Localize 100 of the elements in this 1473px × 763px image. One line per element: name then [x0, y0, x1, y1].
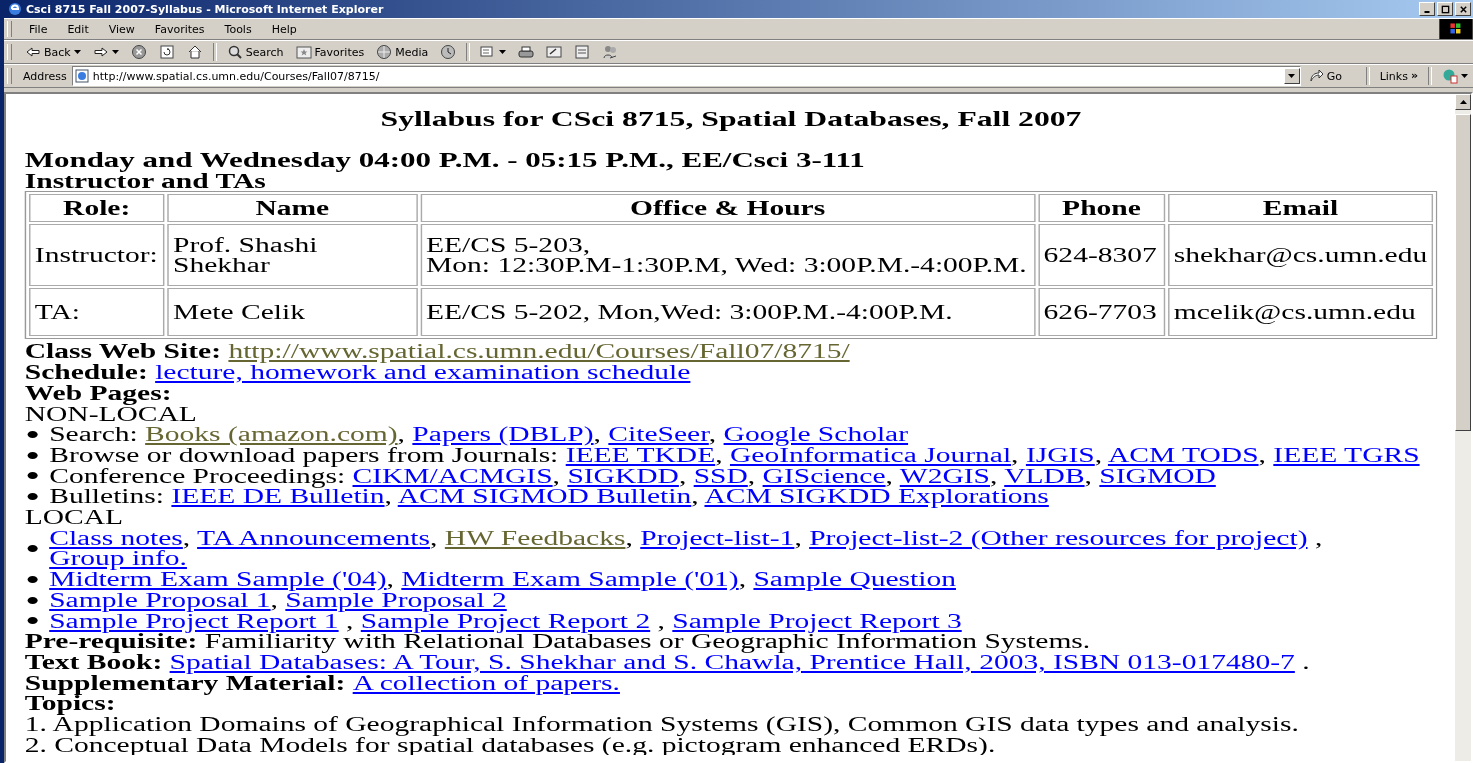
text-line: Midterm Exam Sample ('04), Midterm Exam Sample ('01), Sample Question [49, 569, 957, 590]
link[interactable]: SIGKDD [567, 464, 679, 487]
address-label: Address [22, 69, 68, 83]
link[interactable]: Sample Question [753, 568, 956, 591]
link[interactable]: Google Scholar [723, 423, 909, 446]
go-button[interactable]: Go [1302, 66, 1361, 86]
column-header: Email [1168, 194, 1434, 223]
link[interactable]: W2GIS [899, 464, 990, 487]
link[interactable]: Midterm Exam Sample ('01) [401, 568, 739, 591]
link[interactable]: Books (amazon.com) [145, 423, 398, 446]
link[interactable]: SIGMOD [1099, 464, 1216, 487]
search-button[interactable]: Search [221, 42, 289, 62]
up-arrow-icon [1459, 100, 1467, 104]
column-header: Phone [1037, 194, 1166, 223]
menu-item[interactable]: View [99, 22, 144, 36]
table-cell: 626-7703 [1037, 288, 1166, 337]
page-title: Syllabus for CSci 8715, Spatial Databases, Fall 2007 [379, 106, 1083, 132]
link[interactable]: Project-list-2 (Other resources for project) [809, 526, 1308, 549]
stop-icon [130, 44, 147, 60]
scroll-up-button[interactable] [1455, 94, 1471, 110]
text-line: 1. Application Domains of Geographical Information Systems (GIS), Common GIS data types and analysis. [24, 714, 1300, 735]
link[interactable]: CIKM/ACMGIS [352, 464, 553, 487]
bullet-icon [27, 617, 38, 625]
column-header: Office & Hours [420, 194, 1035, 223]
minimize-button[interactable] [1419, 2, 1435, 16]
close-button[interactable] [1455, 2, 1471, 16]
text-line: Class Web Site: http://www.spatial.cs.umn.edu/Courses/Fall07/8715/ [24, 341, 851, 363]
refresh-icon [158, 44, 175, 60]
table-cell: EE/CS 5-202, Mon,Wed: 3:00P.M.-4:00P.M. [420, 288, 1035, 337]
table-cell: shekhar@cs.umn.edu [1168, 224, 1434, 287]
menu-item[interactable]: Help [262, 22, 306, 36]
star-folder-icon [295, 44, 312, 60]
table-cell: EE/CS 5-203, Mon: 12:30P.M-1:30P.M, Wed: 3:00P.M.-4:00P.M. [420, 224, 1035, 287]
caret-icon [1461, 74, 1468, 78]
link[interactable]: CiteSeer [608, 423, 709, 446]
text-line: Bulletins: IEEE DE Bulletin, ACM SIGMOD Bulletin, ACM SIGKDD Explorations [49, 486, 1050, 508]
link[interactable]: Project-list-1 [640, 526, 795, 549]
document-icon [574, 44, 591, 60]
link[interactable]: IEEE TGRS [1273, 443, 1420, 466]
media-button[interactable]: Media [371, 42, 434, 62]
link[interactable]: http://www.spatial.cs.umn.edu/Courses/Fall07/8715/ [228, 340, 850, 363]
bullet-icon [27, 596, 38, 604]
bullet-icon [27, 431, 38, 439]
table-cell: Mete Celik [167, 288, 418, 337]
address-field[interactable]: http://www.spatial.cs.umn.edu/Courses/Fall07/8715/ [71, 66, 1301, 86]
globe-document-icon [1442, 68, 1458, 84]
curved-arrow-icon [1307, 68, 1324, 84]
menu-item[interactable]: Favorites [145, 22, 214, 36]
bullet-icon [27, 544, 38, 552]
browser-icon [8, 2, 22, 16]
bullet-icon [27, 576, 38, 583]
column-header: Name [167, 194, 418, 223]
left-arrow-icon [25, 44, 41, 60]
edit-icon [546, 44, 563, 60]
back-button[interactable]: Back [20, 42, 86, 62]
dropdown-button[interactable] [1283, 68, 1300, 84]
caret-icon[interactable] [499, 50, 507, 54]
text-line: Schedule: lecture, homework and examination schedule [24, 362, 691, 383]
home-icon [186, 44, 203, 60]
print-icon [518, 44, 535, 60]
link[interactable]: ACM TODS [1107, 443, 1259, 466]
text-line: LOCAL [24, 507, 125, 528]
windows-logo-icon [1439, 19, 1473, 39]
vertical-scrollbar[interactable] [1455, 94, 1471, 761]
table-cell: Instructor: [29, 224, 165, 287]
people-icon [602, 44, 619, 60]
caret-icon[interactable] [73, 50, 81, 54]
window-title: Csci 8715 Fall 2007-Syllabus - Microsoft Internet Explorer [26, 2, 385, 16]
menu-item[interactable]: File [20, 22, 57, 36]
link[interactable]: TA Announcements [197, 526, 431, 549]
caret-icon [1288, 74, 1296, 78]
link[interactable]: Class notes [49, 526, 183, 549]
favorites-button[interactable]: Favorites [290, 42, 370, 62]
text-line: Search: Books (amazon.com), Papers (DBLP), CiteSeer, Google Scholar [49, 424, 910, 445]
page-icon [74, 69, 89, 83]
bullet-icon [27, 493, 38, 501]
text-line: Class notes, TA Announcements, HW Feedbacks, Project-list-1, Project-list-2 (Other resources for project) , Group info. [49, 527, 1324, 570]
table-cell: mcelik@cs.umn.edu [1168, 288, 1434, 337]
menu-item[interactable]: Tools [215, 22, 261, 36]
table-cell: Prof. Shashi Shekhar [167, 224, 418, 287]
bullet-icon [27, 451, 38, 459]
right-arrow-icon [92, 44, 109, 60]
clock-icon [440, 44, 457, 60]
table-cell: 624-8307 [1037, 224, 1166, 287]
link[interactable]: IJGIS [1025, 443, 1095, 466]
close-icon [1458, 4, 1468, 14]
bullet-icon [27, 472, 38, 480]
link[interactable]: Sample Project Report 3 [672, 609, 962, 632]
maximize-button[interactable] [1437, 2, 1453, 16]
disc-icon [376, 44, 393, 60]
column-header: Role: [29, 194, 165, 223]
caret-icon[interactable] [111, 50, 119, 54]
table-cell: TA: [29, 288, 165, 337]
minimize-icon [1424, 10, 1430, 13]
link[interactable]: Papers (DBLP) [412, 423, 594, 446]
maximize-icon [1440, 4, 1450, 14]
search-icon [226, 44, 243, 60]
menu-item[interactable]: Edit [58, 22, 98, 36]
schedule-heading: Monday and Wednesday 04:00 P.M. - 05:15 P.M., EE/Csci 3-111 [24, 150, 866, 171]
link[interactable]: GIScience [762, 464, 886, 487]
